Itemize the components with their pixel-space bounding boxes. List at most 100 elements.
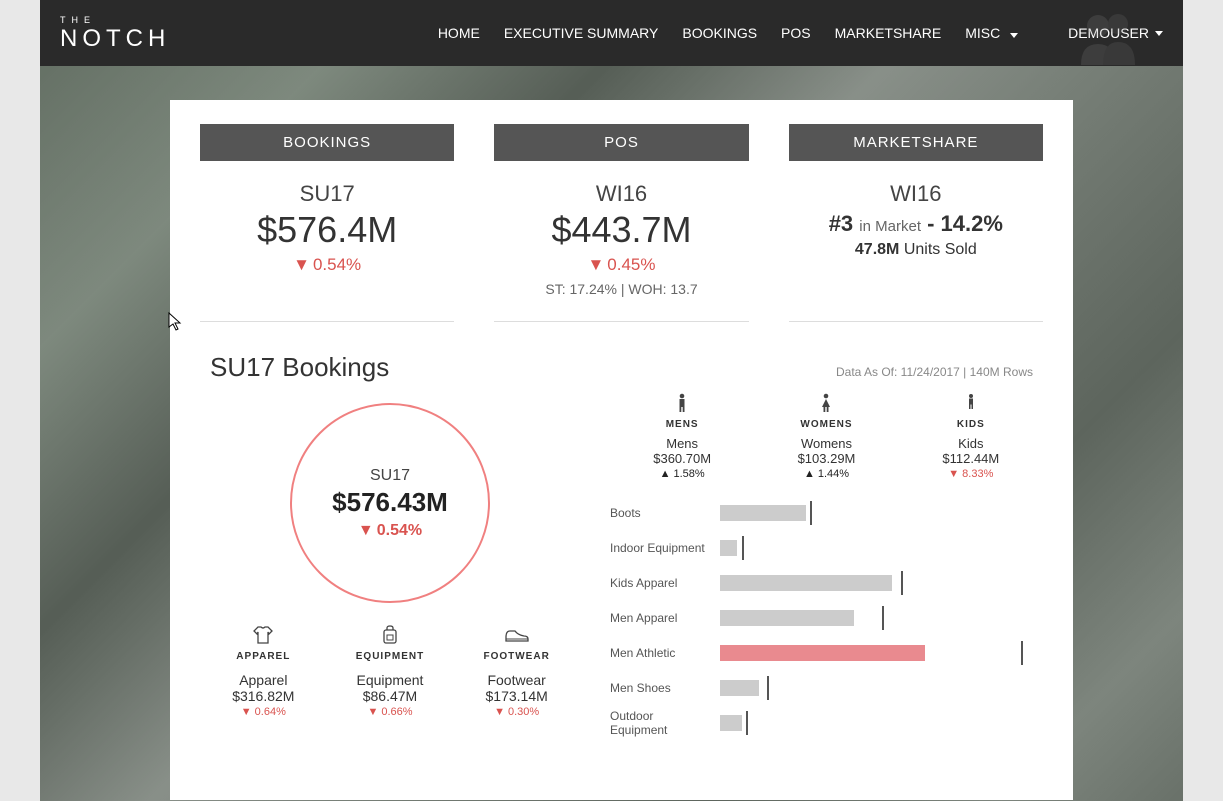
bar-track (720, 680, 1043, 696)
nav-marketshare[interactable]: MARKETSHARE (835, 25, 942, 41)
kpi-bookings-period: SU17 (200, 181, 454, 207)
tshirt-icon (208, 623, 318, 647)
kpi-marketshare-units-label: Units Sold (904, 241, 977, 258)
donut-chart[interactable]: SU17 $576.43M 0.54% (290, 403, 490, 603)
nav-pos[interactable]: POS (781, 25, 811, 41)
bar-fill (720, 715, 742, 731)
kpi-marketshare-period: WI16 (789, 181, 1043, 207)
female-icon (771, 393, 881, 415)
gender-womens-value: $103.29M (771, 451, 881, 466)
gender-mens-value: $360.70M (627, 451, 737, 466)
gender-womens-name: Womens (771, 436, 881, 451)
bar-marker (901, 571, 903, 595)
male-icon (627, 393, 737, 415)
nav-executive-summary[interactable]: EXECUTIVE SUMMARY (504, 25, 659, 41)
nav-misc[interactable]: MISC (965, 25, 1018, 41)
bar-row[interactable]: Outdoor Equipment (610, 708, 1043, 738)
section-meta: Data As Of: 11/24/2017 | 140M Rows (836, 365, 1033, 379)
category-equipment[interactable]: EQUIPMENT Equipment $86.47M 0.66% (335, 623, 445, 718)
bar-marker (810, 501, 812, 525)
bar-label: Men Athletic (610, 646, 720, 660)
kpi-marketshare-rank: #3 (829, 211, 853, 236)
gender-mens[interactable]: MENS Mens $360.70M 1.58% (627, 393, 737, 480)
category-equipment-label: EQUIPMENT (335, 651, 445, 662)
kpi-marketshare-units-value: 47.8M (855, 241, 899, 258)
donut-period: SU17 (370, 467, 410, 485)
logo-the: THE (60, 16, 170, 25)
category-apparel-value: $316.82M (208, 688, 318, 704)
logo[interactable]: THE NOTCH (60, 16, 170, 51)
child-icon (916, 393, 1026, 415)
kpi-pos-delta: 0.45% (494, 255, 748, 275)
logo-main: NOTCH (60, 27, 170, 51)
gender-kids-delta: 8.33% (916, 468, 1026, 480)
gender-kids-label: KIDS (916, 419, 1026, 430)
gender-row: MENS Mens $360.70M 1.58% WOMENS Womens $… (610, 393, 1043, 480)
nav-misc-label: MISC (965, 25, 1000, 41)
kpi-marketshare-share: - 14.2% (927, 211, 1003, 236)
bar-marker (882, 606, 884, 630)
bar-track (720, 575, 1043, 591)
kpi-pos[interactable]: POS WI16 $443.7M 0.45% ST: 17.24% | WOH:… (494, 124, 748, 322)
gender-mens-delta: 1.58% (627, 468, 737, 480)
kpi-pos-value: $443.7M (494, 209, 748, 251)
product-line-bar-chart: Boots Indoor Equipment Kids Apparel Men App… (610, 498, 1043, 738)
kpi-pos-sub: ST: 17.24% | WOH: 13.7 (494, 281, 748, 297)
bar-marker (746, 711, 748, 735)
gender-womens-delta: 1.44% (771, 468, 881, 480)
bar-fill (720, 645, 925, 661)
category-footwear[interactable]: FOOTWEAR Footwear $173.14M 0.30% (462, 623, 572, 718)
category-footwear-value: $173.14M (462, 688, 572, 704)
category-footwear-delta: 0.30% (462, 706, 572, 718)
bar-fill (720, 575, 892, 591)
nav-home[interactable]: HOME (438, 25, 480, 41)
bar-track (720, 505, 1043, 521)
main-nav: HOME EXECUTIVE SUMMARY BOOKINGS POS MARK… (438, 25, 1018, 41)
category-apparel-delta: 0.64% (208, 706, 318, 718)
category-footwear-label: FOOTWEAR (462, 651, 572, 662)
bar-label: Indoor Equipment (610, 541, 720, 555)
gender-kids[interactable]: KIDS Kids $112.44M 8.33% (916, 393, 1026, 480)
bookings-detail-row: SU17 $576.43M 0.54% APPAREL Apparel $316… (200, 393, 1043, 743)
category-equipment-delta: 0.66% (335, 706, 445, 718)
kpi-pos-header: POS (494, 124, 748, 161)
bar-fill (720, 505, 806, 521)
bar-label: Kids Apparel (610, 576, 720, 590)
bar-row[interactable]: Boots (610, 498, 1043, 528)
chevron-down-icon (1155, 31, 1163, 36)
kpi-row: BOOKINGS SU17 $576.4M 0.54% POS WI16 $44… (200, 124, 1043, 322)
category-apparel-label: APPAREL (208, 651, 318, 662)
bar-fill (720, 540, 737, 556)
app-header: THE NOTCH HOME EXECUTIVE SUMMARY BOOKING… (40, 0, 1183, 66)
nav-bookings[interactable]: BOOKINGS (682, 25, 757, 41)
donut-value: $576.43M (332, 487, 448, 518)
category-apparel[interactable]: APPAREL Apparel $316.82M 0.64% (208, 623, 318, 718)
kpi-bookings-value: $576.4M (200, 209, 454, 251)
bar-row[interactable]: Men Shoes (610, 673, 1043, 703)
bar-track (720, 645, 1043, 661)
bar-track (720, 540, 1043, 556)
bar-row[interactable]: Men Apparel (610, 603, 1043, 633)
bar-row[interactable]: Kids Apparel (610, 568, 1043, 598)
bar-track (720, 610, 1043, 626)
donut-delta: 0.54% (358, 522, 422, 540)
bar-marker (767, 676, 769, 700)
section-title: SU17 Bookings (210, 352, 389, 383)
gender-mens-name: Mens (627, 436, 737, 451)
kpi-marketshare-rank-label: in Market (859, 218, 921, 235)
donut-block: SU17 $576.43M 0.54% APPAREL Apparel $316… (200, 393, 580, 743)
kpi-marketshare-header: MARKETSHARE (789, 124, 1043, 161)
category-row: APPAREL Apparel $316.82M 0.64% EQUIPMENT… (200, 623, 580, 718)
bar-marker (1021, 641, 1023, 665)
gender-womens[interactable]: WOMENS Womens $103.29M 1.44% (771, 393, 881, 480)
bar-row[interactable]: Indoor Equipment (610, 533, 1043, 563)
gender-womens-label: WOMENS (771, 419, 881, 430)
bar-row[interactable]: Men Athletic (610, 638, 1043, 668)
dashboard-card: BOOKINGS SU17 $576.4M 0.54% POS WI16 $44… (170, 100, 1073, 800)
kpi-marketshare-units: 47.8M Units Sold (789, 241, 1043, 259)
kpi-marketshare[interactable]: MARKETSHARE WI16 #3 in Market - 14.2% 47… (789, 124, 1043, 322)
kpi-pos-period: WI16 (494, 181, 748, 207)
bar-label: Outdoor Equipment (610, 709, 720, 737)
kpi-bookings[interactable]: BOOKINGS SU17 $576.4M 0.54% (200, 124, 454, 322)
chevron-down-icon (1010, 33, 1018, 38)
